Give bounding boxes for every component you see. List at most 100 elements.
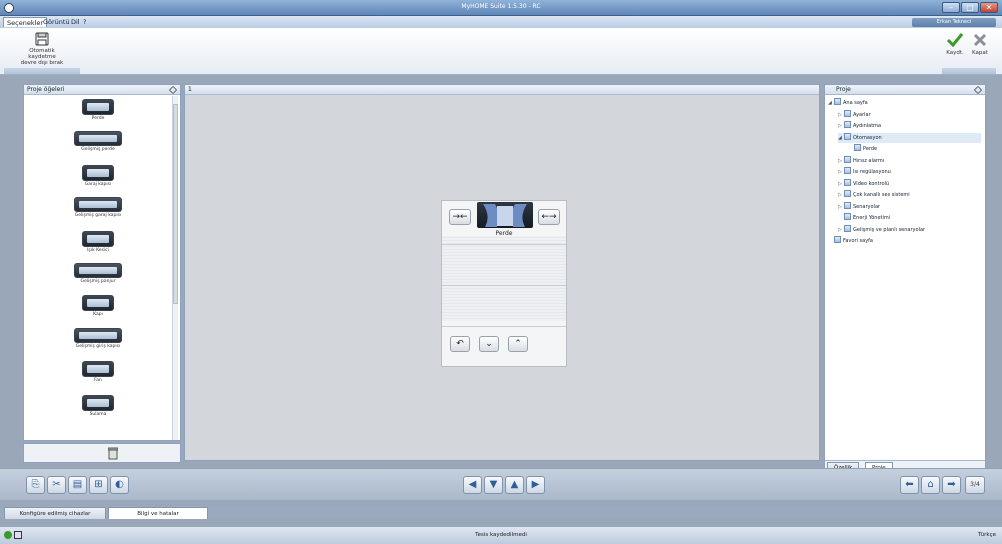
- page-canvas[interactable]: 1 →← ←→ Perde ↶ ⌄ ⌃: [184, 84, 820, 461]
- ribbon-group-footer: [4, 68, 80, 74]
- tree-item[interactable]: ▷ Gelişmiş ve planlı senaryolar: [838, 224, 981, 235]
- close-button[interactable]: Kapat: [968, 32, 992, 56]
- pin-icon[interactable]: [168, 85, 178, 95]
- palette-icon[interactable]: ◐: [110, 476, 129, 494]
- copy-icon[interactable]: ⎘: [26, 476, 45, 494]
- tree-item[interactable]: Perde: [848, 144, 981, 154]
- page-icon: [844, 109, 851, 117]
- tab-info-errors[interactable]: Bilgi ve hatalar: [108, 507, 208, 519]
- library-item[interactable]: Gelişmiş garaj kapısı: [70, 197, 126, 218]
- advanced-shutter-icon: [74, 263, 122, 278]
- irrigation-icon: [82, 395, 114, 411]
- ribbon-group-footer-right: [942, 68, 996, 74]
- arrow-down-icon[interactable]: ▼: [484, 476, 503, 494]
- tree-item-label: Senaryolar: [853, 203, 881, 210]
- arrow-up-icon[interactable]: ▲: [505, 476, 524, 494]
- title-bar: MyHOME Suite 1.5.30 - RC – □ ✕: [0, 0, 1002, 16]
- close-window-button[interactable]: ✕: [980, 2, 998, 13]
- open-curtain-button[interactable]: ←→: [538, 209, 560, 225]
- garage-door-icon: [82, 165, 114, 181]
- page-icon: [844, 121, 851, 128]
- tree-item[interactable]: ▷ Senaryolar: [838, 201, 981, 212]
- library-item[interactable]: Işık Kesici: [70, 231, 126, 253]
- tree-item[interactable]: ◢ Otomasyon: [838, 132, 981, 143]
- fan-icon: [82, 361, 114, 377]
- up-button[interactable]: ⌃: [508, 336, 528, 352]
- tree-item[interactable]: ▷ Ayarlar: [838, 109, 981, 120]
- scroll-thumb[interactable]: [173, 104, 178, 304]
- tree-item[interactable]: ▷ Aydınlatma: [838, 121, 981, 131]
- undo-button[interactable]: ↶: [450, 336, 470, 352]
- project-tree-panel: Proje ◢ Ana sayfa ▷ Ayarlar ▷ Aydınlatma ◢ Otom…: [824, 84, 986, 473]
- minimize-button[interactable]: –: [942, 2, 960, 13]
- canvas-tab[interactable]: 1: [185, 85, 819, 95]
- tree-item-label: Enerji Yönetimi: [853, 215, 891, 221]
- tree-item-label: Gelişmiş ve planlı senaryolar: [853, 226, 926, 233]
- panel-header: Proje öğeleri: [24, 85, 180, 95]
- menu-bar: Seçenekler Görüntü Dil ? Erkan Tekneci: [0, 16, 1002, 28]
- maximize-button[interactable]: □: [961, 2, 979, 13]
- save-label: Kaydt.: [946, 50, 964, 56]
- prev-page-icon[interactable]: ⬅: [900, 476, 919, 494]
- pin-icon[interactable]: [973, 85, 983, 95]
- page-counter: 3/4: [965, 476, 985, 494]
- library-item-label: Gelişmiş garaj kapısı: [74, 213, 122, 218]
- home-icon[interactable]: ⌂: [921, 476, 940, 494]
- library-item-label: Işık Kesici: [87, 248, 109, 253]
- library-item-label: Gelişmiş perde: [81, 147, 115, 152]
- arrow-right-icon[interactable]: ▶: [526, 476, 545, 494]
- library-item[interactable]: Garaj kapısı: [70, 165, 126, 187]
- down-button[interactable]: ⌄: [479, 336, 499, 352]
- tree-item[interactable]: ▷ Isı regülasyonu: [838, 167, 981, 177]
- page-icon: [834, 236, 841, 243]
- device-preview[interactable]: →← ←→ Perde ↶ ⌄ ⌃: [441, 200, 567, 367]
- device-label: Perde: [495, 230, 513, 237]
- tree-item[interactable]: ▷ Çok kanallı ses sistemi: [838, 190, 981, 200]
- cut-icon[interactable]: ✂: [47, 476, 66, 494]
- close-curtain-button[interactable]: →←: [449, 209, 471, 225]
- tree-item-label: Otomasyon: [853, 134, 882, 141]
- next-page-icon[interactable]: ➡: [942, 476, 961, 494]
- library-item[interactable]: Gelişmiş perde: [70, 131, 126, 152]
- tab-configured-devices[interactable]: Konfigüre edilmiş cihazlar: [4, 507, 106, 519]
- paste-icon[interactable]: ▤: [68, 476, 87, 494]
- library-item-label: Kapı: [93, 312, 103, 317]
- tree-item[interactable]: Favori sayfa: [828, 236, 981, 246]
- save-disk-icon: [35, 32, 49, 46]
- library-item[interactable]: Perde: [70, 99, 126, 121]
- library-item-label: Gelişmiş panjur: [80, 279, 116, 284]
- library-item-label: Garaj kapısı: [84, 182, 112, 187]
- language-indicator[interactable]: Türkçe: [978, 527, 996, 543]
- autosave-label: Otomatik kaydetme devre dışı bırak: [20, 48, 64, 66]
- page-icon: [844, 132, 851, 140]
- menu-help[interactable]: ?: [80, 17, 89, 27]
- tree-item[interactable]: ◢ Ana sayfa: [828, 98, 981, 108]
- page-icon: [844, 190, 851, 197]
- advanced-curtain-icon: [74, 131, 122, 146]
- tree-item-label: Ayarlar: [853, 111, 871, 118]
- page-icon: [844, 155, 851, 163]
- save-button[interactable]: Kaydt.: [944, 32, 966, 56]
- library-item[interactable]: Fan: [70, 361, 126, 383]
- autosave-toggle-button[interactable]: Otomatik kaydetme devre dışı bırak: [4, 32, 80, 66]
- tree-item-label: Hırsız alarmı: [853, 157, 885, 164]
- tree-item[interactable]: ▷ Hırsız alarmı: [838, 155, 981, 166]
- status-bar: Tesis kaydedilmedi Türkçe: [0, 526, 1002, 544]
- trash-icon[interactable]: [108, 447, 118, 460]
- resize-icon[interactable]: ⊞: [89, 476, 108, 494]
- library-item[interactable]: Gelişmiş panjur: [70, 263, 126, 284]
- library-item[interactable]: Gelişmiş giriş kapısı: [70, 328, 126, 349]
- page-icon: [844, 213, 851, 220]
- library-item[interactable]: Sulama: [70, 395, 126, 417]
- bottom-tabs: Konfigüre edilmiş cihazlar Bilgi ve hata…: [0, 505, 1002, 519]
- trash-area[interactable]: [23, 443, 181, 463]
- tree-item[interactable]: Enerji Yönetimi: [838, 213, 981, 223]
- tree-item-label: Aydınlatma: [853, 123, 882, 129]
- status-message: Tesis kaydedilmedi: [475, 532, 527, 538]
- library-item[interactable]: Kapı: [70, 295, 126, 317]
- arrow-left-icon[interactable]: ◀: [463, 476, 482, 494]
- advanced-entry-door-icon: [74, 328, 122, 343]
- tree-item[interactable]: ▷ Video kontrolü: [838, 178, 981, 189]
- user-badge[interactable]: Erkan Tekneci: [912, 18, 996, 27]
- vertical-scrollbar[interactable]: [172, 96, 178, 440]
